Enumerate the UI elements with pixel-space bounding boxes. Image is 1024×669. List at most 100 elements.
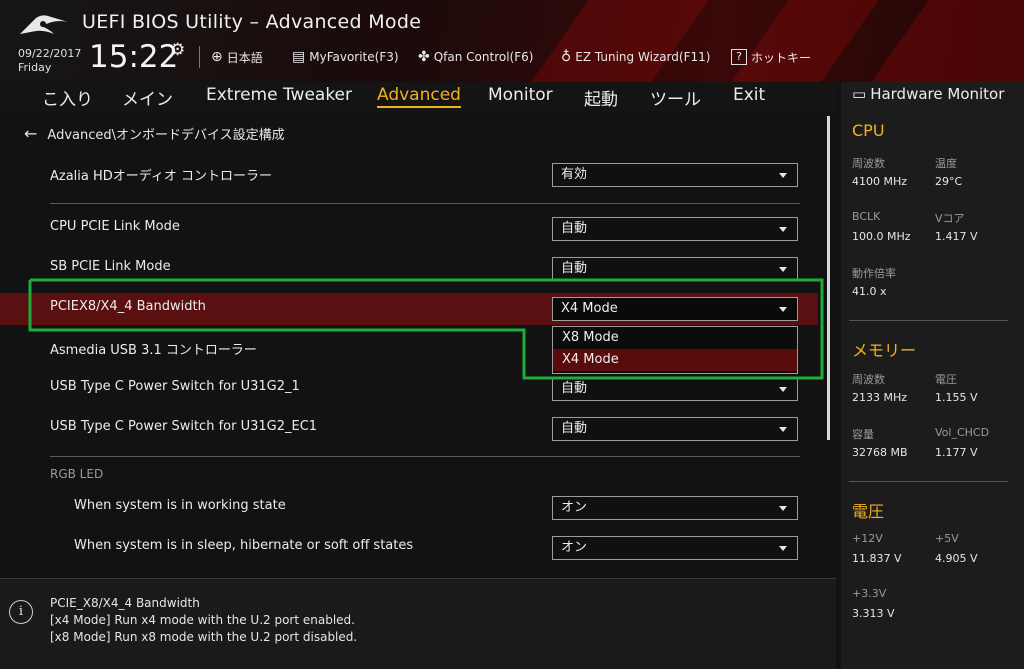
header-decoration bbox=[531, 0, 709, 82]
mem-volt-label: 電圧 bbox=[935, 373, 957, 386]
day-text: Friday bbox=[18, 61, 52, 74]
select-sb-pcie[interactable]: 自動 bbox=[552, 257, 798, 281]
rog-logo-icon bbox=[20, 15, 68, 35]
ez-tuning-label: EZ Tuning Wizard(F11) bbox=[575, 50, 711, 64]
ez-tuning-button[interactable]: ♁ EZ Tuning Wizard(F11) bbox=[561, 46, 710, 68]
chevron-down-icon bbox=[779, 546, 787, 551]
header-decoration bbox=[731, 0, 879, 82]
select-usb-typec-1-value: 自動 bbox=[561, 381, 588, 396]
mem-freq-label: 周波数 bbox=[852, 373, 885, 386]
select-azalia[interactable]: 有効 bbox=[552, 163, 798, 187]
dropdown-option-x4[interactable]: X4 Mode bbox=[553, 349, 797, 371]
select-azalia-value: 有効 bbox=[561, 167, 588, 182]
monitor-divider bbox=[849, 481, 1008, 482]
cpu-heading: CPU bbox=[852, 121, 885, 140]
cpu-freq-label: 周波数 bbox=[852, 157, 885, 170]
tab-favorites[interactable]: こ入り bbox=[42, 85, 93, 110]
date-text: 09/22/2017 bbox=[18, 47, 82, 60]
setting-label-rgb-sleep: When system is in sleep, hibernate or so… bbox=[74, 538, 414, 553]
select-cpu-pcie-value: 自動 bbox=[561, 221, 588, 236]
back-arrow-icon[interactable]: ← bbox=[24, 124, 37, 143]
tab-advanced[interactable]: Advanced bbox=[377, 85, 461, 108]
voltage-heading: 電圧 bbox=[852, 502, 885, 521]
mem-chcd-label: Vol_CHCD bbox=[935, 426, 990, 439]
v33-value: 3.313 V bbox=[852, 607, 895, 620]
hotkey-label: ホットキー bbox=[751, 50, 812, 65]
mem-capacity-value: 32768 MB bbox=[852, 446, 908, 459]
select-rgb-working-value: オン bbox=[561, 500, 588, 515]
help-icon: ? bbox=[731, 49, 747, 65]
chevron-down-icon bbox=[779, 267, 787, 272]
select-rgb-sleep[interactable]: オン bbox=[552, 536, 798, 560]
tab-extreme-tweaker[interactable]: Extreme Tweaker bbox=[206, 85, 352, 105]
language-label: 日本語 bbox=[226, 50, 263, 65]
cpu-temp-label: 温度 bbox=[935, 157, 957, 170]
cpu-vcore-value: 1.417 V bbox=[935, 230, 978, 243]
scrollbar[interactable] bbox=[827, 116, 830, 440]
select-usb-typec-1[interactable]: 自動 bbox=[552, 377, 798, 401]
cpu-ratio-label: 動作倍率 bbox=[852, 267, 896, 280]
select-usb-typec-ec1-value: 自動 bbox=[561, 421, 588, 436]
setting-label-sb-pcie: SB PCIE Link Mode bbox=[50, 259, 171, 274]
hotkey-button[interactable]: ? ホットキー bbox=[731, 46, 811, 68]
header-decoration bbox=[871, 0, 1024, 82]
qfan-label: Qfan Control(F6) bbox=[433, 50, 534, 64]
divider bbox=[50, 456, 800, 457]
tab-main[interactable]: メイン bbox=[122, 85, 173, 110]
select-rgb-working[interactable]: オン bbox=[552, 496, 798, 520]
myfavorite-label: MyFavorite(F3) bbox=[309, 50, 399, 64]
select-cpu-pcie[interactable]: 自動 bbox=[552, 217, 798, 241]
v33-label: +3.3V bbox=[852, 587, 887, 600]
v5-value: 4.905 V bbox=[935, 552, 978, 565]
qfan-button[interactable]: ✤ Qfan Control(F6) bbox=[418, 46, 533, 68]
gear-icon[interactable]: ⚙ bbox=[170, 40, 185, 60]
chevron-down-icon bbox=[779, 173, 787, 178]
cpu-vcore-label: Vコア bbox=[935, 212, 965, 225]
bandwidth-dropdown-list: X8 Mode X4 Mode bbox=[552, 326, 798, 374]
select-usb-typec-ec1[interactable]: 自動 bbox=[552, 417, 798, 441]
mem-chcd-value: 1.177 V bbox=[935, 446, 978, 459]
setting-label-pciex8-bandwidth: PCIEX8/X4_4 Bandwidth bbox=[50, 299, 206, 314]
cpu-ratio-value: 41.0 x bbox=[852, 285, 887, 298]
select-pciex8-bandwidth[interactable]: X4 Mode bbox=[552, 297, 798, 321]
tab-boot[interactable]: 起動 bbox=[584, 85, 618, 110]
section-label-rgb-led: RGB LED bbox=[50, 467, 104, 481]
select-rgb-sleep-value: オン bbox=[561, 540, 588, 555]
setting-label-usb-typec-ec1: USB Type C Power Switch for U31G2_EC1 bbox=[50, 419, 318, 434]
mem-capacity-label: 容量 bbox=[852, 428, 874, 441]
dropdown-option-x8[interactable]: X8 Mode bbox=[553, 327, 797, 349]
tab-monitor[interactable]: Monitor bbox=[488, 85, 553, 105]
hardware-monitor-label: Hardware Monitor bbox=[870, 85, 1005, 103]
favorite-icon: ▤ bbox=[292, 49, 306, 65]
hardware-monitor-title: ▭ Hardware Monitor bbox=[852, 85, 1004, 103]
tab-tool[interactable]: ツール bbox=[650, 85, 701, 110]
cpu-bclk-label: BCLK bbox=[852, 210, 881, 223]
select-pciex8-value: X4 Mode bbox=[561, 301, 618, 316]
help-line: [x8 Mode] Run x8 mode with the U.2 port … bbox=[50, 630, 358, 644]
tab-exit[interactable]: Exit bbox=[733, 85, 765, 105]
cpu-temp-value: 29°C bbox=[935, 175, 963, 188]
info-icon: i bbox=[9, 600, 33, 624]
chevron-down-icon bbox=[779, 387, 787, 392]
setting-label-azalia: Azalia HDオーディオ コントローラー bbox=[50, 169, 273, 184]
chevron-down-icon bbox=[779, 427, 787, 432]
cpu-bclk-value: 100.0 MHz bbox=[852, 230, 911, 243]
breadcrumb: ← Advanced\オンボードデバイス設定構成 bbox=[24, 124, 285, 143]
fan-icon: ✤ bbox=[418, 49, 430, 65]
setting-label-rgb-working: When system is in working state bbox=[74, 498, 286, 513]
chevron-down-icon bbox=[779, 307, 787, 312]
help-title: PCIE_X8/X4_4 Bandwidth bbox=[50, 596, 200, 610]
myfavorite-button[interactable]: ▤ MyFavorite(F3) bbox=[292, 46, 399, 68]
setting-label-usb-typec-1: USB Type C Power Switch for U31G2_1 bbox=[50, 379, 300, 394]
monitor-divider bbox=[849, 320, 1008, 321]
divider bbox=[50, 203, 800, 204]
header-divider bbox=[199, 46, 200, 68]
help-line: [x4 Mode] Run x4 mode with the U.2 port … bbox=[50, 613, 355, 627]
chevron-down-icon bbox=[779, 227, 787, 232]
app-title: UEFI BIOS Utility – Advanced Mode bbox=[82, 11, 422, 33]
v12-label: +12V bbox=[852, 532, 883, 545]
v12-value: 11.837 V bbox=[852, 552, 902, 565]
select-sb-pcie-value: 自動 bbox=[561, 261, 588, 276]
language-button[interactable]: ⊕ 日本語 bbox=[211, 46, 263, 68]
setting-label-cpu-pcie: CPU PCIE Link Mode bbox=[50, 219, 180, 234]
